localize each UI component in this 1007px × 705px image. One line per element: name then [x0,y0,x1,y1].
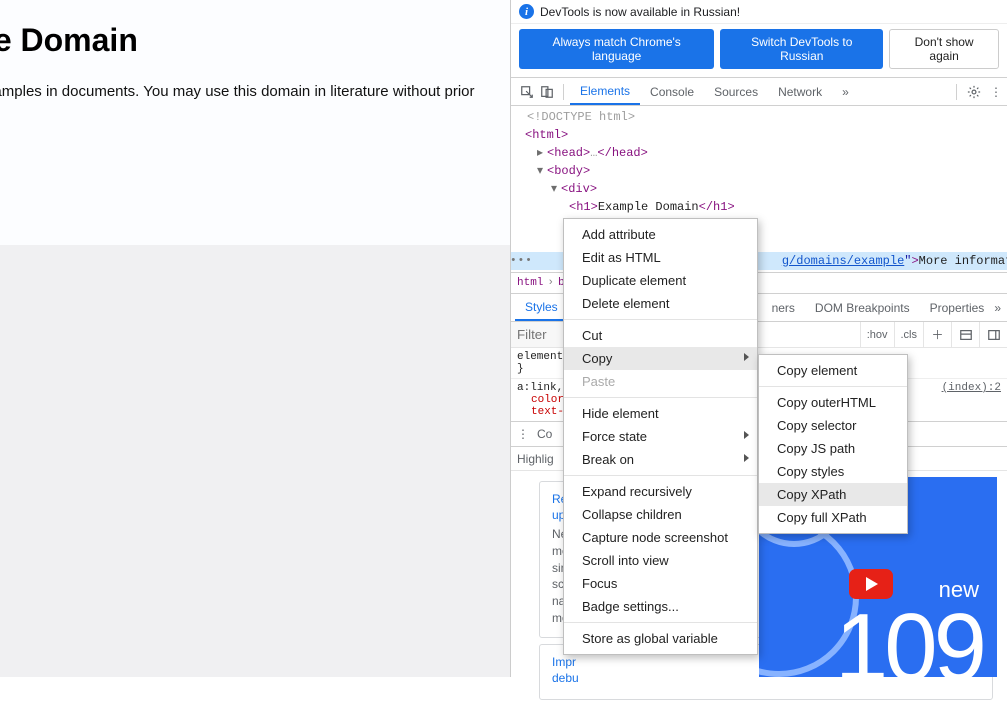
ctx-expand[interactable]: Expand recursively [564,480,757,503]
crumb-html[interactable]: html [517,277,543,289]
new-style-rule-icon[interactable]: ＋ [923,322,951,347]
ctx-cut[interactable]: Cut [564,324,757,347]
ctx-copy[interactable]: Copy [564,347,757,370]
hov-toggle[interactable]: :hov [860,322,894,347]
ctx-paste: Paste [564,370,757,393]
ctx-copy-full-xpath[interactable]: Copy full XPath [759,506,907,529]
styles-sidebar-toggle-icon[interactable] [979,322,1007,347]
devtools-tabstrip: Elements Console Sources Network » ⋮ [511,78,1007,106]
graphic-version-number: 109 [835,593,983,677]
ctx-focus[interactable]: Focus [564,572,757,595]
submenu-arrow-icon [744,353,749,361]
ctx-copy-styles[interactable]: Copy styles [759,460,907,483]
tab-console[interactable]: Console [640,78,704,105]
doctype-node: <!DOCTYPE html> [527,110,635,124]
cls-toggle[interactable]: .cls [894,322,924,347]
node-context-menu[interactable]: Add attribute Edit as HTML Duplicate ele… [563,218,758,655]
device-toggle-icon[interactable] [537,85,557,99]
ctx-scroll[interactable]: Scroll into view [564,549,757,572]
tabs-overflow-icon[interactable]: » [832,78,859,105]
tab-event-listeners[interactable]: ners [762,294,805,321]
submenu-arrow-icon [744,431,749,439]
ctx-copy-selector[interactable]: Copy selector [759,414,907,437]
tab-properties[interactable]: Properties [920,294,995,321]
tab-sources[interactable]: Sources [704,78,768,105]
match-language-button[interactable]: Always match Chrome's language [519,29,714,69]
ctx-store-global[interactable]: Store as global variable [564,627,757,650]
tab-styles[interactable]: Styles [515,294,568,321]
styles-filter-input[interactable] [511,322,571,347]
ctx-copy-xpath[interactable]: Copy XPath [759,483,907,506]
info-icon: i [519,4,534,19]
settings-icon[interactable] [963,84,985,99]
styles-tabs-overflow-icon[interactable]: » [994,301,1007,315]
ctx-copy-outerhtml[interactable]: Copy outerHTML [759,391,907,414]
drawer-menu-icon[interactable]: ⋮ [517,427,529,441]
drawer-tab-label: Co [537,427,552,441]
page-paragraph: This domain is for use in illustrative e… [0,81,490,123]
locale-banner: i DevTools is now available in Russian! [511,0,1007,24]
ctx-collapse[interactable]: Collapse children [564,503,757,526]
computed-toggle-icon[interactable] [951,322,979,347]
kebab-menu-icon[interactable]: ⋮ [985,85,1007,99]
ctx-capture[interactable]: Capture node screenshot [564,526,757,549]
ctx-force-state[interactable]: Force state [564,425,757,448]
banner-buttons: Always match Chrome's language Switch De… [511,24,1007,78]
ctx-duplicate[interactable]: Duplicate element [564,269,757,292]
example-card: Example Domain This domain is for use in… [0,0,510,245]
ctx-copy-element[interactable]: Copy element [759,359,907,382]
line-actions-icon[interactable]: ••• [507,252,525,270]
copy-submenu[interactable]: Copy element Copy outerHTML Copy selecto… [758,354,908,534]
page-title: Example Domain [0,22,490,59]
tab-dom-breakpoints[interactable]: DOM Breakpoints [805,294,920,321]
highlights-label: Highlig [517,452,554,466]
ctx-break-on[interactable]: Break on [564,448,757,471]
ctx-hide[interactable]: Hide element [564,402,757,425]
rule-source-link[interactable]: (index):2 [942,382,1001,394]
inspect-icon[interactable] [517,85,537,99]
ctx-badge[interactable]: Badge settings... [564,595,757,618]
ctx-edit-html[interactable]: Edit as HTML [564,246,757,269]
dismiss-banner-button[interactable]: Don't show again [889,29,999,69]
banner-text: DevTools is now available in Russian! [540,5,740,19]
ctx-delete[interactable]: Delete element [564,292,757,315]
rendered-page: Example Domain This domain is for use in… [0,0,510,677]
ctx-copy-js-path[interactable]: Copy JS path [759,437,907,460]
ctx-add-attribute[interactable]: Add attribute [564,223,757,246]
switch-language-button[interactable]: Switch DevTools to Russian [720,29,883,69]
tab-elements[interactable]: Elements [570,78,640,105]
submenu-arrow-icon [744,454,749,462]
tab-network[interactable]: Network [768,78,832,105]
